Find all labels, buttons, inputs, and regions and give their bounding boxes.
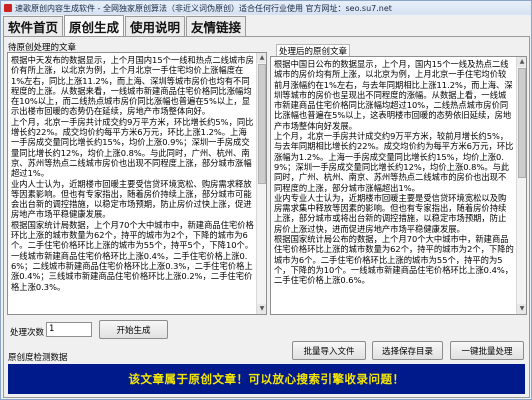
batch-import-button[interactable]: 批量导入文件 — [292, 341, 366, 360]
tab-friend-links[interactable]: 友情链接 — [186, 16, 247, 36]
generate-panel: 待原创处理的文章 根据中天发布的数据显示，上个月国内15个一线和热点二线城市房价… — [3, 36, 530, 398]
scroll-up-icon[interactable]: ▲ — [257, 53, 266, 63]
detection-result-banner: 该文章属于原创文章！可以放心搜索引擎收录问题！ — [8, 364, 525, 394]
scroll-down-icon[interactable]: ▼ — [517, 304, 526, 314]
start-generate-button[interactable]: 开始生成 — [99, 320, 168, 339]
source-text: 根据中天发布的数据显示，上个月国内15个一线和热点二线城市房价有所上涨，以北京为… — [11, 55, 254, 292]
source-scrollbar[interactable]: ▲ ▼ — [256, 53, 266, 314]
process-count-input[interactable]: 1 — [46, 322, 92, 337]
scroll-thumb[interactable] — [518, 68, 526, 178]
output-text: 根据中国日公布的数据显示，上个月，国内15个一线及热点二线城市的房价均有所上涨，… — [274, 59, 514, 286]
title-bar: 速歌原创内容生成软件 - 全网独家原创算法（非近义词伪原创）适合任何行业使用 官… — [1, 1, 531, 15]
tab-strip: 软件首页 原创生成 使用说明 友情链接 — [3, 15, 247, 36]
scroll-up-icon[interactable]: ▲ — [517, 57, 526, 67]
detection-result-text: 该文章属于原创文章！可以放心搜索引擎收录问题！ — [128, 372, 405, 386]
output-scrollbar[interactable]: ▲ ▼ — [516, 57, 526, 314]
tab-generate[interactable]: 原创生成 — [64, 15, 125, 36]
app-window: 速歌原创内容生成软件 - 全网独家原创算法（非近义词伪原创）适合任何行业使用 官… — [0, 0, 532, 400]
tab-instructions[interactable]: 使用说明 — [125, 16, 186, 36]
app-icon — [4, 4, 12, 12]
output-text-area[interactable]: 根据中国日公布的数据显示，上个月，国内15个一线及热点二线城市的房价均有所上涨，… — [270, 56, 527, 315]
detection-data-label: 原创度检测数据 — [8, 353, 68, 363]
window-title: 速歌原创内容生成软件 - 全网独家原创算法（非近义词伪原创）适合任何行业使用 官… — [15, 3, 392, 13]
batch-process-button[interactable]: 一键批量处理 — [450, 341, 524, 360]
scroll-down-icon[interactable]: ▼ — [257, 304, 266, 314]
scroll-thumb[interactable] — [258, 64, 266, 184]
process-count-label: 处理次数 — [10, 328, 45, 338]
select-save-dir-button[interactable]: 选择保存目录 — [372, 341, 443, 360]
source-text-area[interactable]: 根据中天发布的数据显示，上个月国内15个一线和热点二线城市房价有所上涨，以北京为… — [7, 52, 267, 315]
tab-home[interactable]: 软件首页 — [3, 16, 64, 36]
